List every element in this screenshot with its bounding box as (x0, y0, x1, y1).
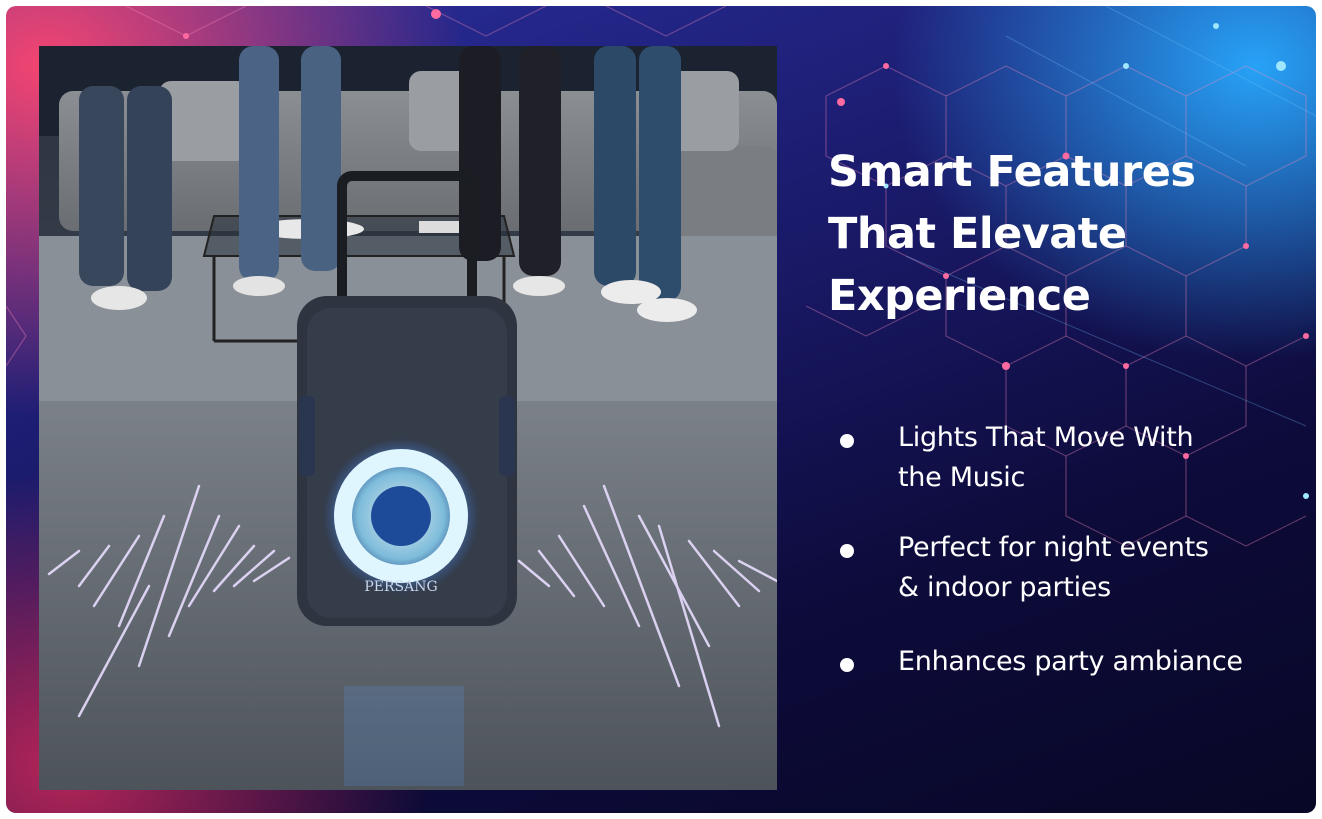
feature-item: Lights That Move With the Music (836, 418, 1306, 498)
bullet-dot-icon (840, 434, 854, 448)
headline-line-1: Smart Features (828, 147, 1196, 197)
feature-text-line-2: the Music (898, 462, 1026, 493)
headline-line-3: Experience (828, 271, 1091, 321)
feature-item: Perfect for night events & indoor partie… (836, 528, 1306, 608)
promo-banner: PERSANG Smart Features That Elevate Expe… (6, 6, 1316, 813)
feature-list: Lights That Move With the Music Perfect … (836, 418, 1306, 682)
speaker-scene-illustration: PERSANG (39, 46, 777, 790)
bullet-dot-icon (840, 658, 854, 672)
speaker-brand-label: PERSANG (364, 579, 437, 595)
product-photo: PERSANG (39, 46, 777, 790)
feature-text-line-1: Perfect for night events (898, 532, 1209, 563)
feature-text-line-1: Enhances party ambiance (898, 646, 1243, 677)
feature-text-line-2: & indoor parties (898, 572, 1111, 603)
headline-line-2: That Elevate (828, 209, 1127, 259)
headline: Smart Features That Elevate Experience (828, 141, 1288, 327)
feature-item: Enhances party ambiance (836, 642, 1306, 682)
bullet-dot-icon (840, 544, 854, 558)
feature-text-line-1: Lights That Move With (898, 422, 1194, 453)
